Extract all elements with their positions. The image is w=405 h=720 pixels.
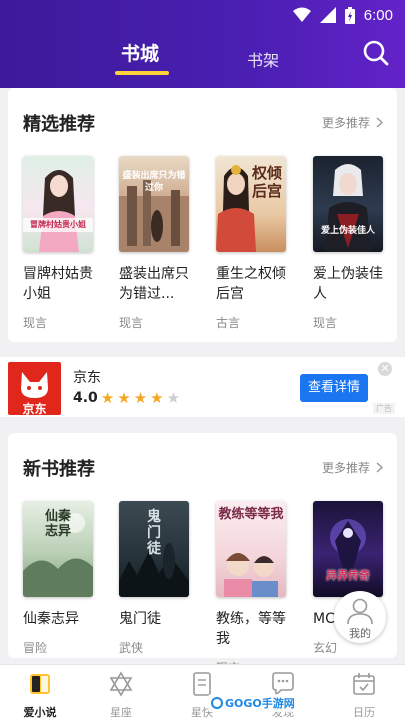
- cover-title: 鬼门徒: [147, 509, 161, 557]
- book-title: 鬼门徒: [119, 611, 161, 627]
- nav-label: 爱小说: [23, 706, 57, 719]
- ad-close-icon[interactable]: ✕: [378, 362, 392, 376]
- wifi-icon: [292, 7, 311, 22]
- book-item[interactable]: 鬼门徒 鬼门徒 武侠: [119, 501, 197, 656]
- more-recommend-link[interactable]: 更多推荐: [322, 459, 383, 476]
- book-category: 古言: [216, 316, 241, 330]
- nav-item-novels[interactable]: 爱小说: [10, 671, 70, 720]
- ad-rating: 4.0 ★ ★ ★ ★ ★: [73, 389, 180, 407]
- cover-title: 仙秦志异: [44, 509, 71, 539]
- tab-bookstore[interactable]: 书城: [121, 39, 159, 66]
- section-title: 精选推荐: [23, 114, 95, 135]
- nav-label: 星座: [110, 706, 132, 719]
- gogo-logo-icon: [211, 697, 223, 709]
- signal-icon: [319, 7, 336, 23]
- more-link-label: 更多推荐: [321, 461, 370, 475]
- user-icon: [347, 598, 373, 625]
- book-cover: 爱上伪装佳人: [313, 156, 383, 252]
- nav-label: 日历: [353, 706, 375, 719]
- book-cover: 盛装出席只为错过你: [119, 156, 189, 252]
- book-category: 现言: [313, 316, 338, 330]
- book-cover: 异界传奇: [313, 501, 383, 597]
- cover-title: 教练等等我: [218, 507, 284, 522]
- status-bar: 6:00: [0, 0, 405, 30]
- book-title: 爱上伪装佳人: [313, 266, 383, 302]
- active-tab-indicator: [115, 71, 169, 75]
- ad-banner[interactable]: 京东 京东 4.0 ★ ★ ★ ★ ★ 查看详情 ✕ 广告: [0, 357, 405, 417]
- chevron-right-icon: [376, 117, 383, 128]
- battery-icon: [344, 6, 355, 24]
- book-item[interactable]: 冒牌村姑贵小姐 冒牌村姑贵小姐 现言: [23, 156, 101, 331]
- nav-item-horoscope[interactable]: 星座: [91, 671, 151, 720]
- rating-value: 4.0: [73, 390, 98, 406]
- star-filled-icon: ★: [100, 389, 115, 407]
- book-cover: 教练等等我: [216, 501, 286, 597]
- cover-title: 权倾后宫: [252, 164, 283, 200]
- cover-title: 异界传奇: [326, 569, 370, 582]
- book-title: 仙秦志异: [23, 611, 79, 627]
- cover-art: [325, 164, 371, 252]
- my-profile-label: 我的: [349, 627, 371, 640]
- book-title: 盛装出席只为错过...: [119, 266, 189, 302]
- section-title: 新书推荐: [23, 459, 95, 480]
- star-filled-icon: ★: [133, 389, 148, 407]
- book-item[interactable]: 仙秦志异 仙秦志异 冒险: [23, 501, 101, 656]
- status-icons: 6:00: [292, 5, 393, 25]
- top-nav: 书城 书架: [0, 30, 405, 88]
- nav-item-calendar[interactable]: 日历: [334, 671, 394, 720]
- featured-section: 精选推荐 更多推荐 冒牌村姑贵小姐 冒牌村姑贵小姐 现言 盛装出席只为错过你 盛…: [8, 88, 397, 342]
- cover-title: 爱上伪装佳人: [320, 226, 375, 236]
- search-icon[interactable]: [362, 39, 390, 67]
- book-cover: 权倾后宫: [216, 156, 286, 252]
- book-icon: [30, 674, 50, 694]
- site-watermark: GOGO手游网: [208, 694, 298, 712]
- bottom-nav: 爱小说 星座 星快 发现 日历: [0, 664, 405, 720]
- jd-logo-text: 京东: [22, 402, 47, 416]
- book-title: 教练，等等我: [216, 611, 286, 647]
- book-category: 冒险: [23, 641, 48, 655]
- star-filled-icon: ★: [117, 389, 131, 407]
- book-cover: 仙秦志异: [23, 501, 93, 597]
- star-of-david-icon: [109, 671, 133, 697]
- book-item[interactable]: 盛装出席只为错过你 盛装出席只为错过... 现言: [119, 156, 197, 331]
- more-link-label: 更多推荐: [321, 116, 370, 130]
- ad-badge: 广告: [373, 403, 395, 414]
- cover-title: 冒牌村姑贵小姐: [30, 220, 86, 229]
- book-item[interactable]: 权倾后宫 重生之权倾后宫 古言: [216, 156, 294, 331]
- book-category: 现言: [119, 316, 144, 330]
- my-profile-button[interactable]: 我的: [334, 591, 386, 643]
- status-time: 6:00: [363, 6, 393, 24]
- star-empty-icon: ★: [166, 389, 181, 407]
- book-title: 冒牌村姑贵小姐: [23, 266, 93, 302]
- jd-logo: 京东: [8, 362, 61, 416]
- cover-title: 盛装出席只为错过你: [122, 171, 186, 193]
- book-cover: 鬼门徒: [119, 501, 189, 597]
- watermark-text: GOGO手游网: [225, 697, 295, 710]
- chevron-right-icon: [376, 462, 383, 473]
- more-recommend-link[interactable]: 更多推荐: [322, 114, 383, 131]
- star-filled-icon: ★: [150, 389, 164, 407]
- cover-art: [23, 170, 93, 252]
- book-category: 现言: [23, 316, 48, 330]
- book-item[interactable]: 教练等等我 教练，等等我 现言: [216, 501, 294, 676]
- book-title: 重生之权倾后宫: [216, 266, 286, 302]
- book-category: 武侠: [119, 641, 144, 655]
- tab-bookshelf[interactable]: 书架: [247, 47, 279, 71]
- calendar-icon: [353, 673, 375, 695]
- ad-brand-name: 京东: [73, 370, 101, 386]
- view-details-button[interactable]: 查看详情: [300, 374, 368, 402]
- book-item[interactable]: 爱上伪装佳人 爱上伪装佳人 现言: [313, 156, 391, 331]
- book-cover: 冒牌村姑贵小姐: [23, 156, 93, 252]
